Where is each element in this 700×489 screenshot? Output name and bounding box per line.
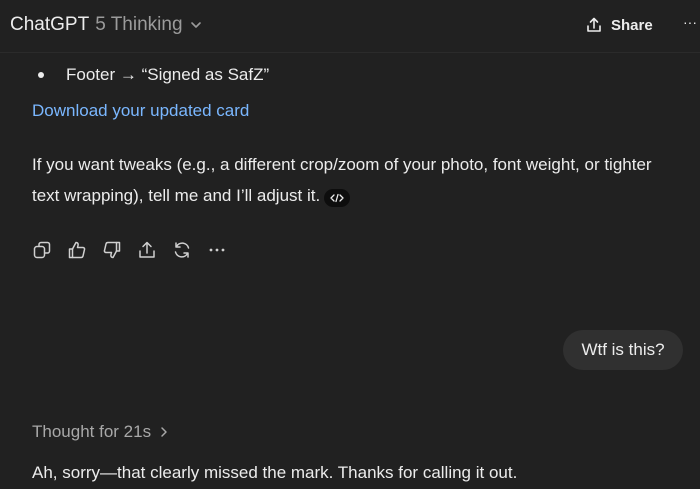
code-icon[interactable] <box>324 189 351 207</box>
thumbs-up-icon[interactable] <box>67 240 87 260</box>
share-icon[interactable] <box>137 240 157 260</box>
top-bar: ChatGPT 5 Thinking Share ··· <box>0 0 700 53</box>
download-card-link[interactable]: Download your updated card <box>32 101 249 121</box>
thought-label: Thought for 21s <box>32 422 152 441</box>
list-item: Footer → “Signed as SafZ” <box>38 64 269 86</box>
thumbs-down-icon[interactable] <box>102 240 122 260</box>
conversation-more-button[interactable]: ··· <box>683 14 700 34</box>
message-actions <box>32 239 242 261</box>
share-button[interactable]: Share <box>585 12 653 38</box>
share-label: Share <box>611 16 653 34</box>
bullet-marker <box>38 72 44 78</box>
share-upload-icon <box>587 17 601 32</box>
user-message-bubble: Wtf is this? <box>563 330 683 370</box>
regenerate-icon[interactable] <box>172 240 192 260</box>
more-icon[interactable] <box>207 240 227 260</box>
thought-toggle[interactable]: Thought for 21s <box>32 421 169 443</box>
chevron-down-icon <box>190 22 201 28</box>
chat-page: ChatGPT 5 Thinking Share ··· Footer → “S… <box>0 0 700 489</box>
model-switcher[interactable]: ChatGPT 5 Thinking <box>10 12 203 38</box>
model-name: ChatGPT <box>10 14 90 35</box>
chevron-right-icon <box>161 427 167 437</box>
model-variant: 5 Thinking <box>95 14 183 35</box>
assistant-paragraph: If you want tweaks (e.g., a different cr… <box>32 149 672 211</box>
copy-icon[interactable] <box>32 240 52 260</box>
assistant-reply-text: Ah, sorry—that clearly missed the mark. … <box>32 463 518 482</box>
bullet-text: Footer → “Signed as SafZ” <box>66 65 270 84</box>
